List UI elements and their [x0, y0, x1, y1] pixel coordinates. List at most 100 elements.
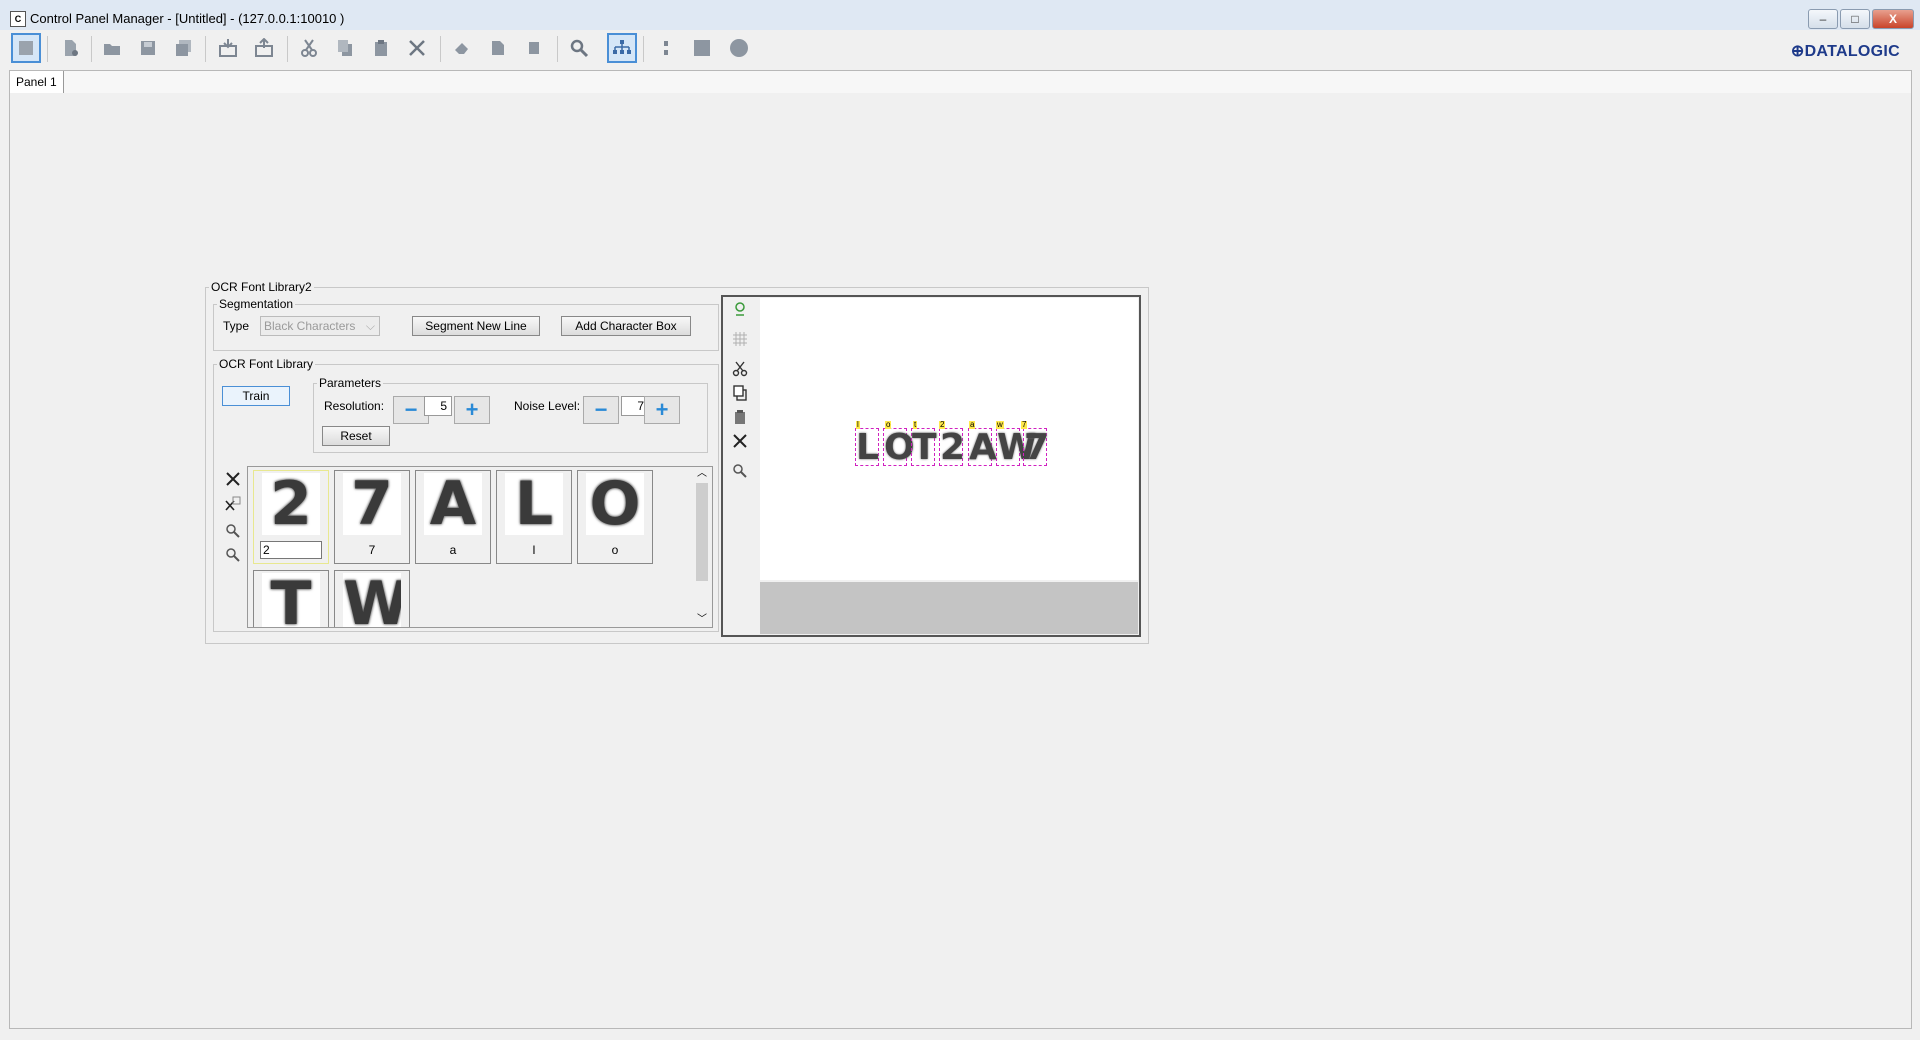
ocr-character-box[interactable]: 7 — [1023, 428, 1049, 467]
toolbar-separator — [287, 36, 288, 62]
glyph-cell[interactable]: O o — [577, 470, 653, 564]
ocr-character-box[interactable]: W — [996, 428, 1037, 467]
noise-plus-button[interactable]: + — [644, 396, 680, 424]
delete-copy-icon[interactable] — [224, 495, 242, 513]
copy-icon[interactable] — [330, 33, 360, 63]
square-icon[interactable] — [687, 33, 717, 63]
minimize-button[interactable]: – — [1808, 9, 1838, 29]
ocr-character-index: l — [856, 420, 860, 429]
toolbar-separator — [205, 36, 206, 62]
grid-icon[interactable] — [731, 330, 749, 348]
glyph-image: A — [424, 473, 482, 535]
glyph-grid: 2 2 7 7 A a L l O o T W ︿ ﹀ — [247, 466, 713, 628]
maximize-button[interactable]: □ — [1840, 9, 1870, 29]
window-title: Control Panel Manager - [Untitled] - (12… — [30, 11, 345, 26]
glyph-cell[interactable]: L l — [496, 470, 572, 564]
ocr-character-box[interactable]: L — [855, 428, 879, 467]
glyph-cell[interactable]: 2 2 — [253, 470, 329, 564]
pin-icon[interactable] — [731, 300, 749, 318]
hierarchy-icon[interactable] — [607, 33, 637, 63]
ocr-character-index: a — [969, 420, 976, 429]
glyph-image: W — [343, 573, 401, 627]
toolbar-separator — [440, 36, 441, 62]
toolbar-separator — [557, 36, 558, 62]
tab-strip: Panel 1 — [9, 70, 1912, 94]
cut-icon[interactable] — [294, 33, 324, 63]
stop-icon[interactable] — [519, 33, 549, 63]
ocr-character-index: 7 — [1021, 420, 1028, 429]
save-all-icon[interactable] — [169, 33, 199, 63]
delete-icon[interactable] — [731, 432, 749, 450]
ocr-character-box[interactable]: O — [883, 428, 915, 467]
toolbar-separator — [91, 36, 92, 62]
ocr-character-index: 2 — [939, 420, 946, 429]
glyph-grid-scrollbar[interactable]: ︿ ﹀ — [695, 467, 709, 627]
tab-panel-1[interactable]: Panel 1 — [10, 71, 64, 93]
toolbar: ⊕DATALOGIC — [0, 30, 1920, 68]
delete-icon[interactable] — [402, 33, 432, 63]
open-folder-icon[interactable] — [97, 33, 127, 63]
resolution-plus-button[interactable]: + — [454, 396, 490, 424]
scrollbar-thumb[interactable] — [696, 483, 708, 581]
zoom-icon[interactable] — [731, 462, 749, 480]
add-character-box-button[interactable]: Add Character Box — [561, 316, 691, 336]
paste-icon[interactable] — [366, 33, 396, 63]
close-button[interactable]: X — [1872, 9, 1914, 29]
export-icon[interactable] — [249, 33, 279, 63]
search-icon[interactable] — [564, 33, 594, 63]
reset-button[interactable]: Reset — [322, 426, 390, 446]
zoom-out-icon[interactable] — [224, 546, 242, 564]
segment-new-line-button[interactable]: Segment New Line — [412, 316, 540, 336]
glyph-image: O — [586, 473, 644, 535]
datalogic-logo: ⊕DATALOGIC — [1790, 43, 1900, 60]
glyph-cell[interactable]: W — [334, 570, 410, 627]
glyph-image: 2 — [262, 473, 320, 535]
glyph-image: 7 — [343, 473, 401, 535]
ocr-character-box[interactable]: A — [968, 428, 997, 467]
type-label: Type — [223, 319, 250, 333]
glyph-cell[interactable]: A a — [415, 470, 491, 564]
parameters-legend: Parameters — [319, 376, 382, 390]
save-icon[interactable] — [133, 33, 163, 63]
paste-icon[interactable] — [731, 408, 749, 426]
panel-view-icon[interactable] — [11, 33, 41, 63]
type-dropdown[interactable]: Black Characters ⌵ — [260, 316, 380, 336]
ocr-font-library-legend: OCR Font Library — [219, 357, 314, 371]
train-button[interactable]: Train — [222, 386, 290, 406]
ocr-character-box[interactable]: T — [911, 428, 937, 467]
import-icon[interactable] — [213, 33, 243, 63]
ocr-character-index: o — [885, 420, 892, 429]
image-empty-area — [760, 582, 1138, 634]
toolbar-separator — [47, 36, 48, 62]
glyph-cell[interactable]: T — [253, 570, 329, 627]
noise-level-label: Noise Level: — [514, 399, 581, 413]
glyph-cell[interactable]: 7 7 — [334, 470, 410, 564]
scroll-down-icon[interactable]: ﹀ — [695, 613, 709, 627]
glyph-image: L — [505, 473, 563, 535]
resolution-field[interactable]: 5 — [424, 396, 452, 416]
copy-icon[interactable] — [731, 384, 749, 402]
zoom-in-icon[interactable] — [224, 522, 242, 540]
ocr-character-index: w — [996, 420, 1004, 429]
glyph-label: 7 — [368, 543, 376, 557]
vertical-dots-icon[interactable] — [651, 33, 681, 63]
eraser-icon[interactable] — [447, 33, 477, 63]
noise-minus-button[interactable]: − — [583, 396, 619, 424]
scroll-up-icon[interactable]: ︿ — [695, 467, 709, 481]
cut-icon[interactable] — [731, 360, 749, 378]
glyph-label: a — [449, 543, 457, 557]
type-dropdown-value: Black Characters — [264, 319, 356, 333]
segmentation-legend: Segmentation — [219, 297, 294, 311]
delete-icon[interactable] — [224, 470, 242, 488]
page-icon[interactable] — [483, 33, 513, 63]
ocr-widget-title: OCR Font Library2 — [211, 280, 312, 294]
ocr-character-box[interactable]: 2 — [939, 428, 965, 467]
toolbar-separator — [643, 36, 644, 62]
glyph-label: l — [532, 543, 536, 557]
circle-icon[interactable] — [724, 33, 754, 63]
glyph-label-input[interactable]: 2 — [260, 541, 322, 559]
new-document-icon[interactable] — [55, 33, 85, 63]
ocr-character-index: t — [913, 420, 918, 429]
glyph-image: T — [262, 573, 320, 627]
resolution-label: Resolution: — [324, 399, 385, 413]
